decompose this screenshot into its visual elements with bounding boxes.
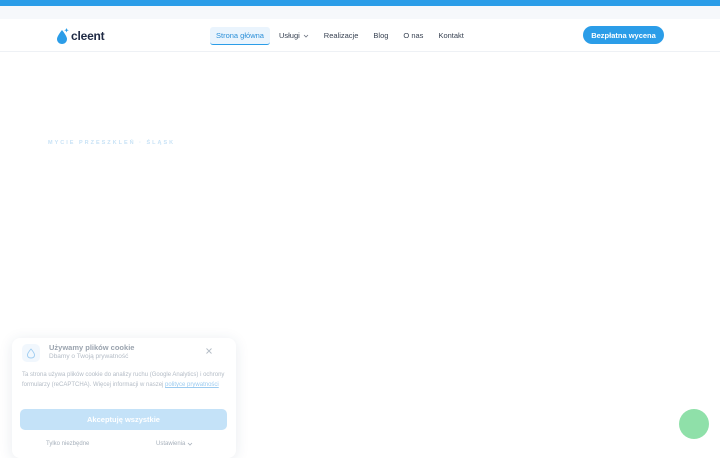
- cookie-icon-wrap: [22, 344, 40, 362]
- logo[interactable]: cleent: [56, 26, 105, 46]
- chevron-down-icon: [303, 34, 309, 38]
- cookie-subtitle: Dbamy o Twoją prywatność: [49, 353, 129, 360]
- cookie-description: Ta strona używa plików cookie do analizy…: [22, 370, 228, 390]
- nav-item-label: O nas: [403, 31, 424, 40]
- privacy-policy-link[interactable]: polityce prywatności: [165, 382, 219, 388]
- water-drop-icon: [57, 28, 69, 44]
- nav-item-blog[interactable]: Blog: [367, 27, 394, 44]
- nav-item-label: Blog: [373, 31, 389, 40]
- nav-item-label: Kontakt: [438, 31, 464, 40]
- nav-item-about[interactable]: O nas: [397, 27, 429, 44]
- top-info-bar: [0, 6, 720, 19]
- nav-item-contact[interactable]: Kontakt: [432, 27, 469, 44]
- nav-item-label: Usługi: [278, 31, 300, 40]
- chevron-down-icon: [188, 442, 193, 446]
- logo-text: cleent: [71, 29, 105, 43]
- cookie-settings-label: Ustawienia: [156, 441, 186, 447]
- nav-item-label: Realizacje: [323, 31, 359, 40]
- nav-item-services[interactable]: Usługi: [273, 27, 315, 44]
- nav-item-realizations[interactable]: Realizacje: [318, 27, 365, 44]
- hero-eyebrow: MYCIE PRZESZKLEŃ · ŚLĄSK: [48, 140, 176, 146]
- shield-drop-icon: [27, 347, 35, 358]
- free-quote-button[interactable]: Bezpłatna wycena: [583, 26, 664, 44]
- cookie-title: Używamy plików cookie: [49, 343, 135, 352]
- necessary-only-button[interactable]: Tylko niezbędne: [46, 441, 89, 447]
- accept-all-button[interactable]: Akceptuję wszystkie: [20, 409, 227, 430]
- close-icon[interactable]: [205, 347, 213, 355]
- cookie-banner: Używamy plików cookie Dbamy o Twoją pryw…: [12, 338, 236, 458]
- nav-item-home[interactable]: Strona główna: [210, 26, 270, 45]
- chat-fab-button[interactable]: [679, 409, 709, 439]
- cookie-settings-button[interactable]: Ustawienia: [156, 441, 193, 447]
- main-nav: Strona główna Usługi Realizacje Blog O n…: [210, 26, 473, 45]
- nav-item-label: Strona główna: [216, 30, 264, 40]
- site-header: cleent Strona główna Usługi Realizacje B…: [0, 19, 720, 52]
